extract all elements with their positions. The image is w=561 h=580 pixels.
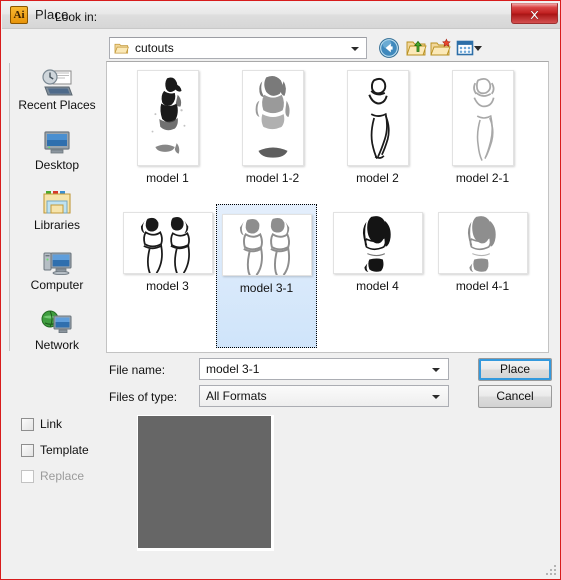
file-item[interactable]: model 2-1 — [432, 70, 533, 200]
file-item[interactable]: model 1-2 — [222, 70, 323, 200]
lookin-combobox[interactable]: cutouts — [109, 37, 367, 59]
places-sidebar: Recent Places Desktop Libraries Computer… — [9, 63, 104, 352]
checkbox-box[interactable] — [21, 418, 34, 431]
checkbox-box — [21, 470, 34, 483]
preview-image — [138, 416, 271, 548]
checkbox-label: Link — [40, 417, 63, 431]
file-list-panel[interactable]: model 1 model 1-2 model 2 model 2-1 mode… — [106, 61, 549, 353]
file-thumbnail — [221, 214, 312, 276]
up-one-level-icon[interactable] — [405, 37, 427, 59]
file-name-label: model 2 — [356, 171, 399, 185]
file-name-label: model 1 — [146, 171, 189, 185]
preview-pane — [138, 416, 273, 550]
cancel-button[interactable]: Cancel — [478, 385, 552, 408]
sidebar-item-computer[interactable]: Computer — [10, 248, 104, 305]
lookin-value: cutouts — [135, 41, 174, 55]
file-thumbnail — [451, 70, 514, 166]
file-name-label: model 2-1 — [455, 171, 510, 185]
desktop-icon — [40, 128, 74, 158]
computer-icon — [40, 248, 74, 278]
sidebar-label: Libraries — [33, 218, 81, 232]
filename-combobox[interactable]: model 3-1 — [199, 358, 449, 380]
chevron-down-icon — [351, 47, 359, 51]
recent-places-icon — [40, 68, 74, 98]
file-thumbnail — [136, 70, 199, 166]
file-name-label: model 4-1 — [455, 279, 510, 293]
file-item[interactable]: model 2 — [327, 70, 428, 200]
sketch-figure-icon — [467, 216, 496, 273]
sidebar-item-desktop[interactable]: Desktop — [10, 128, 104, 185]
lookin-label: Look in: — [55, 10, 98, 24]
file-thumbnail — [122, 212, 213, 274]
sidebar-item-recent-places[interactable]: Recent Places — [10, 68, 104, 125]
place-button[interactable]: Place — [478, 358, 552, 381]
file-thumbnail — [332, 212, 423, 274]
sketch-figure-icon — [362, 216, 391, 273]
sidebar-item-libraries[interactable]: Libraries — [10, 188, 104, 245]
sidebar-label: Computer — [30, 278, 84, 292]
file-name-label: model 1-2 — [245, 171, 300, 185]
checkbox-box[interactable] — [21, 444, 34, 457]
back-icon[interactable] — [378, 37, 400, 59]
chevron-down-icon — [432, 368, 440, 372]
file-item[interactable]: model 4-1 — [432, 212, 533, 342]
file-name-label: model 4 — [356, 279, 399, 293]
sketch-two-figures-icon — [239, 218, 290, 275]
file-item[interactable]: model 1 — [117, 70, 218, 200]
sidebar-label: Network — [34, 338, 79, 352]
sketch-figure-icon — [472, 77, 495, 161]
checkbox-label: Replace — [40, 469, 85, 483]
sketch-figure-icon — [255, 75, 290, 158]
sidebar-label: Recent Places — [18, 98, 96, 112]
sidebar-label: Desktop — [34, 158, 80, 172]
folder-icon — [114, 43, 129, 54]
chevron-down-icon — [432, 395, 440, 399]
sidebar-item-network[interactable]: Network — [10, 308, 104, 365]
file-item-selected[interactable]: model 3-1 — [216, 204, 317, 348]
filename-value: model 3-1 — [206, 362, 260, 376]
close-button[interactable] — [511, 3, 558, 24]
illustrator-app-icon: Ai — [10, 6, 28, 24]
close-icon — [529, 10, 540, 19]
filename-label: File name: — [109, 363, 166, 377]
network-icon — [40, 308, 74, 338]
filetype-label: Files of type: — [109, 390, 178, 404]
views-dropdown-arrow-icon[interactable] — [473, 37, 483, 59]
place-dialog-window: Ai Place Look in: cutouts Recent Places … — [0, 0, 561, 580]
checkbox-label: Template — [40, 443, 89, 457]
file-thumbnail — [346, 70, 409, 166]
sketch-figure-icon — [151, 77, 185, 154]
sketch-two-figures-icon — [140, 216, 190, 273]
file-thumbnail — [241, 70, 304, 166]
libraries-icon — [40, 188, 74, 218]
filetype-combobox[interactable]: All Formats — [199, 385, 449, 407]
filetype-value: All Formats — [206, 389, 267, 403]
new-folder-icon[interactable] — [430, 37, 452, 59]
file-thumbnail — [437, 212, 528, 274]
file-item[interactable]: model 3 — [117, 212, 218, 342]
resize-grip-icon[interactable] — [545, 564, 557, 576]
file-name-label: model 3-1 — [239, 281, 294, 295]
file-item[interactable]: model 4 — [327, 212, 428, 342]
sketch-figure-icon — [367, 77, 390, 160]
file-name-label: model 3 — [146, 279, 189, 293]
